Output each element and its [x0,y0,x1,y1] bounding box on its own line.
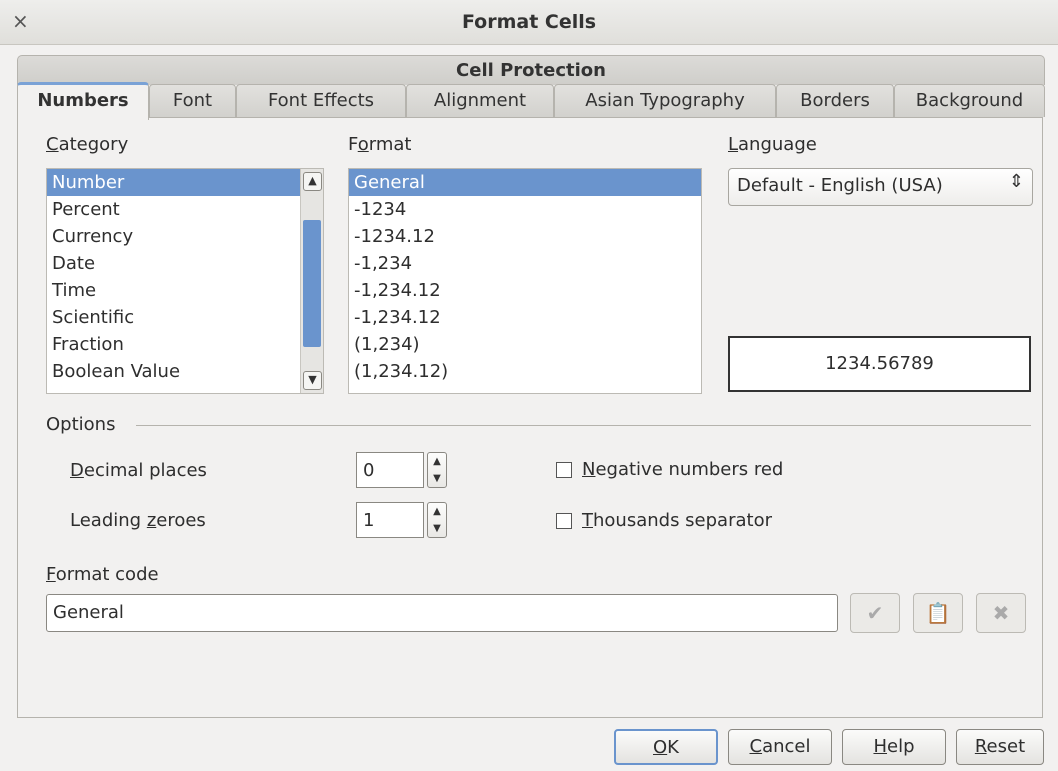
tab-alignment[interactable]: Alignment [406,84,554,117]
language-label: Language [728,134,817,155]
spin-down-icon[interactable]: ▼ [428,520,446,537]
thousands-separator-checkbox[interactable] [556,513,572,529]
add-format-button[interactable]: ✔ [850,593,900,633]
list-item[interactable]: -1234.12 [349,223,701,250]
options-separator [136,425,1031,426]
reset-button[interactable]: Reset [956,729,1044,765]
window-title: Format Cells [461,11,597,33]
delete-format-button[interactable]: ✖ [976,593,1026,633]
title-bar: × Format Cells [0,0,1058,45]
tab-font-effects[interactable]: Font Effects [236,84,406,117]
list-item[interactable]: -1234 [349,196,701,223]
scroll-down-icon[interactable]: ▼ [303,371,322,390]
ok-button[interactable]: OK [614,729,718,765]
list-item[interactable]: -1,234.12 [349,304,701,331]
list-item[interactable]: General [349,169,701,196]
cancel-button[interactable]: Cancel [728,729,832,765]
updown-icon: ⇕ [1008,171,1024,192]
tab-asian-typography[interactable]: Asian Typography [554,84,776,117]
language-select[interactable]: Default - English (USA) ⇕ [728,168,1033,206]
decimal-places-stepper[interactable]: ▲ ▼ [427,452,447,488]
format-code-input[interactable]: General [46,594,838,632]
list-item[interactable]: Percent [47,196,323,223]
list-item[interactable]: (1,234) [349,331,701,358]
format-preview: 1234.56789 [728,336,1031,392]
tab-numbers[interactable]: Numbers [17,82,149,120]
format-label: Format [348,134,412,155]
list-item[interactable]: Boolean Value [47,358,323,385]
negative-red-checkbox[interactable] [556,462,572,478]
list-item[interactable]: Scientific [47,304,323,331]
checkmark-icon: ✔ [866,601,884,625]
leading-zeroes-label: Leading zeroes [70,510,206,531]
spin-up-icon[interactable]: ▲ [428,453,446,470]
format-list[interactable]: General -1234 -1234.12 -1,234 -1,234.12 … [348,168,702,394]
category-scrollbar[interactable]: ▲ ▼ [300,169,323,393]
delete-icon: ✖ [992,601,1010,625]
list-item[interactable]: Date [47,250,323,277]
negative-red-label: Negative numbers red [582,459,784,480]
language-value: Default - English (USA) [737,175,943,196]
tab-font[interactable]: Font [149,84,236,117]
list-item[interactable]: Fraction [47,331,323,358]
list-item[interactable]: Currency [47,223,323,250]
decimal-places-label: Decimal places [70,460,207,481]
thousands-separator-label: Thousands separator [582,510,772,531]
category-list[interactable]: Number Percent Currency Date Time Scient… [46,168,324,394]
edit-comment-button[interactable]: 📋 [913,593,963,633]
leading-zeroes-stepper[interactable]: ▲ ▼ [427,502,447,538]
list-item[interactable]: -1,234 [349,250,701,277]
format-code-label: Format code [46,564,159,585]
clipboard-icon: 📋 [925,601,951,625]
options-heading: Options [46,414,116,435]
tab-borders[interactable]: Borders [776,84,894,117]
scroll-up-icon[interactable]: ▲ [303,172,322,191]
list-item[interactable]: Number [47,169,323,196]
spin-down-icon[interactable]: ▼ [428,470,446,487]
tab-cell-protection[interactable]: Cell Protection [17,55,1045,85]
category-label: Category [46,134,129,155]
scroll-thumb[interactable] [303,220,321,347]
help-button[interactable]: Help [842,729,946,765]
list-item[interactable]: Time [47,277,323,304]
leading-zeroes-input[interactable]: 1 [356,502,424,538]
spin-up-icon[interactable]: ▲ [428,503,446,520]
decimal-places-input[interactable]: 0 [356,452,424,488]
list-item[interactable]: -1,234.12 [349,277,701,304]
list-item[interactable]: (1,234.12) [349,358,701,385]
tab-background[interactable]: Background [894,84,1045,117]
